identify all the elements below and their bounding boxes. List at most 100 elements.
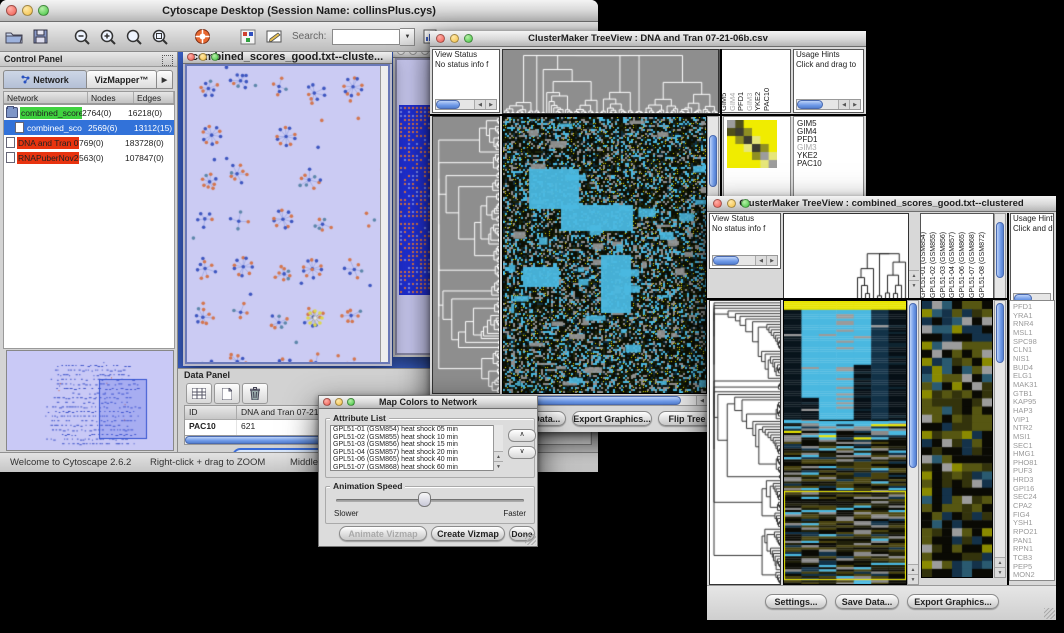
column-dendrogram[interactable] bbox=[855, 242, 907, 298]
zoom-window-icon[interactable] bbox=[464, 34, 473, 43]
gene-label[interactable]: GTB1 bbox=[1013, 390, 1054, 399]
zoom-window-icon[interactable] bbox=[38, 5, 49, 16]
scrollbar-thumb[interactable] bbox=[909, 303, 917, 468]
scroll-down-icon[interactable]: ▼ bbox=[494, 461, 503, 471]
minimize-icon[interactable] bbox=[450, 34, 459, 43]
gene-label[interactable]: TCB3 bbox=[1013, 554, 1054, 563]
close-icon[interactable] bbox=[6, 5, 17, 16]
help-ring-icon[interactable] bbox=[192, 27, 212, 47]
gene-label[interactable]: GIM5 bbox=[797, 120, 863, 128]
gene-label[interactable]: PAN1 bbox=[1013, 537, 1054, 546]
zoom-window-icon[interactable] bbox=[741, 199, 750, 208]
gene-label[interactable]: GIM4 bbox=[797, 128, 863, 136]
gene-label[interactable]: PFD1 bbox=[1013, 303, 1054, 312]
scroll-left-icon[interactable]: ◀ bbox=[474, 100, 485, 109]
treeview-button[interactable]: Settings... bbox=[765, 594, 827, 609]
scroll-right-icon[interactable]: ▶ bbox=[766, 256, 777, 265]
heatmap-vscrollbar[interactable]: ▲▼ bbox=[907, 300, 919, 585]
attribute-item[interactable]: GPL51-06 (GSM865) heat shock 40 min bbox=[331, 456, 501, 464]
zoom-fit-icon[interactable] bbox=[124, 27, 144, 47]
close-icon[interactable] bbox=[323, 398, 331, 406]
treeview1-titlebar[interactable]: ClusterMaker TreeView : DNA and Tran 07-… bbox=[430, 31, 866, 47]
float-panel-icon[interactable] bbox=[162, 55, 173, 66]
gene-label[interactable]: SEC1 bbox=[1013, 442, 1054, 451]
main-title-bar[interactable]: Cytoscape Desktop (Session Name: collins… bbox=[0, 0, 598, 22]
row-dendrogram[interactable] bbox=[709, 300, 781, 585]
scroll-down-icon[interactable]: ▼ bbox=[909, 280, 919, 290]
gene-label[interactable]: PUF3 bbox=[1013, 467, 1054, 476]
network-list-row[interactable]: RNAPuberNov2+ 563(0) 107847(0) bbox=[4, 150, 174, 165]
zoom-window-icon[interactable] bbox=[211, 53, 219, 61]
zoom-in-icon[interactable] bbox=[98, 27, 118, 47]
scrollbar-thumb[interactable] bbox=[996, 222, 1004, 278]
column-labels-vscrollbar[interactable] bbox=[994, 213, 1006, 300]
scroll-left-icon[interactable]: ◀ bbox=[755, 256, 766, 265]
gene-label[interactable]: KAP95 bbox=[1013, 398, 1054, 407]
scrollbar-thumb[interactable] bbox=[531, 396, 681, 405]
gene-label[interactable]: CPA2 bbox=[1013, 502, 1054, 511]
save-icon[interactable] bbox=[30, 27, 50, 47]
gene-label[interactable]: CLN1 bbox=[1013, 346, 1054, 355]
gene-label[interactable]: GPI16 bbox=[1013, 485, 1054, 494]
more-tabs-button[interactable]: ▶ bbox=[157, 70, 173, 89]
gene-label[interactable]: YSH1 bbox=[1013, 519, 1054, 528]
minimize-icon[interactable] bbox=[727, 199, 736, 208]
move-down-button[interactable]: ∨ bbox=[508, 446, 536, 459]
gene-label[interactable]: HRD3 bbox=[1013, 476, 1054, 485]
view-status-scrollbar[interactable]: ◀▶ bbox=[435, 99, 497, 110]
network-list-row[interactable]: combined_scores 2764(0) 16218(0) bbox=[4, 105, 174, 120]
vizmapper-icon[interactable] bbox=[238, 27, 258, 47]
scrollbar-thumb[interactable] bbox=[713, 256, 739, 265]
scrollbar-thumb[interactable] bbox=[495, 426, 502, 444]
treeview-button[interactable]: Export Graphics... bbox=[907, 594, 999, 609]
tab-vizmapper[interactable]: VizMapper™ bbox=[87, 70, 157, 89]
gene-label[interactable]: MSI1 bbox=[1013, 433, 1054, 442]
view-status-scrollbar[interactable]: ◀▶ bbox=[712, 255, 778, 266]
close-icon[interactable] bbox=[187, 53, 195, 61]
gene-label[interactable]: BUD4 bbox=[1013, 364, 1054, 373]
move-up-button[interactable]: ∧ bbox=[508, 429, 536, 442]
global-heatmap[interactable] bbox=[502, 116, 707, 394]
network-list-row[interactable]: combined_sco 2569(6) 13112(15) bbox=[4, 120, 174, 135]
gene-label[interactable]: HMG1 bbox=[1013, 450, 1054, 459]
minimize-icon[interactable] bbox=[335, 398, 343, 406]
gene-label[interactable]: PEP5 bbox=[1013, 563, 1054, 572]
scroll-right-icon[interactable]: ▶ bbox=[849, 100, 860, 109]
gene-label[interactable]: MSL1 bbox=[1013, 329, 1054, 338]
attribute-item[interactable]: GPL51-02 (GSM855) heat shock 10 min bbox=[331, 434, 501, 442]
gene-label[interactable]: PAC10 bbox=[797, 160, 863, 168]
gene-label[interactable]: PFD1 bbox=[797, 136, 863, 144]
attribute-item[interactable]: GPL51-07 (GSM868) heat shock 60 min bbox=[331, 464, 501, 471]
zoom-heatmap[interactable] bbox=[727, 120, 777, 168]
gene-label[interactable]: FIG4 bbox=[1013, 511, 1054, 520]
close-icon[interactable] bbox=[713, 199, 722, 208]
minimize-icon[interactable] bbox=[409, 52, 417, 55]
attribute-listbox[interactable]: GPL51-01 (GSM854) heat shock 05 minGPL51… bbox=[330, 425, 502, 471]
global-heatmap[interactable] bbox=[783, 300, 907, 585]
treeview2-titlebar[interactable]: ClusterMaker TreeView : combined_scores_… bbox=[707, 196, 1056, 212]
attribute-table-icon[interactable] bbox=[186, 383, 212, 404]
scroll-up-icon[interactable]: ▲ bbox=[995, 557, 1005, 567]
scrollbar-thumb[interactable] bbox=[797, 100, 823, 109]
attribute-item[interactable]: GPL51-04 (GSM857) heat shock 20 min bbox=[331, 449, 501, 457]
scroll-left-icon[interactable]: ◀ bbox=[838, 100, 849, 109]
column-labels[interactable]: GPL51-01 (GSM854)GPL51-02 (GSM855)GPL51-… bbox=[920, 213, 994, 300]
attribute-list-scrollbar[interactable]: ▲▼ bbox=[493, 425, 503, 471]
scroll-down-icon[interactable]: ▼ bbox=[908, 574, 918, 584]
gene-label[interactable]: MON2 bbox=[1013, 571, 1054, 580]
close-icon[interactable] bbox=[436, 34, 445, 43]
gene-label[interactable]: SPC98 bbox=[1013, 338, 1054, 347]
gene-label[interactable]: MAK31 bbox=[1013, 381, 1054, 390]
network-vertical-scrollbar[interactable] bbox=[380, 66, 388, 362]
network-window-1-titlebar[interactable]: combined_scores_good.txt--cluste... bbox=[183, 52, 392, 64]
zoom-window-icon[interactable] bbox=[421, 52, 429, 55]
zoom-window-icon[interactable] bbox=[347, 398, 355, 406]
zoom-heatmap-vscrollbar[interactable]: ▲▼ bbox=[994, 300, 1006, 578]
dialog-titlebar[interactable]: Map Colors to Network bbox=[319, 396, 537, 409]
column-dendrogram[interactable] bbox=[502, 49, 719, 114]
scroll-down-icon[interactable]: ▼ bbox=[995, 567, 1005, 577]
gene-label[interactable]: HAP3 bbox=[1013, 407, 1054, 416]
network-list-row[interactable]: DNA and Tran 07 769(0) 183728(0) bbox=[4, 135, 174, 150]
dialog-button[interactable]: Animate Vizmap bbox=[339, 526, 427, 541]
grid-network-canvas[interactable] bbox=[399, 105, 433, 295]
